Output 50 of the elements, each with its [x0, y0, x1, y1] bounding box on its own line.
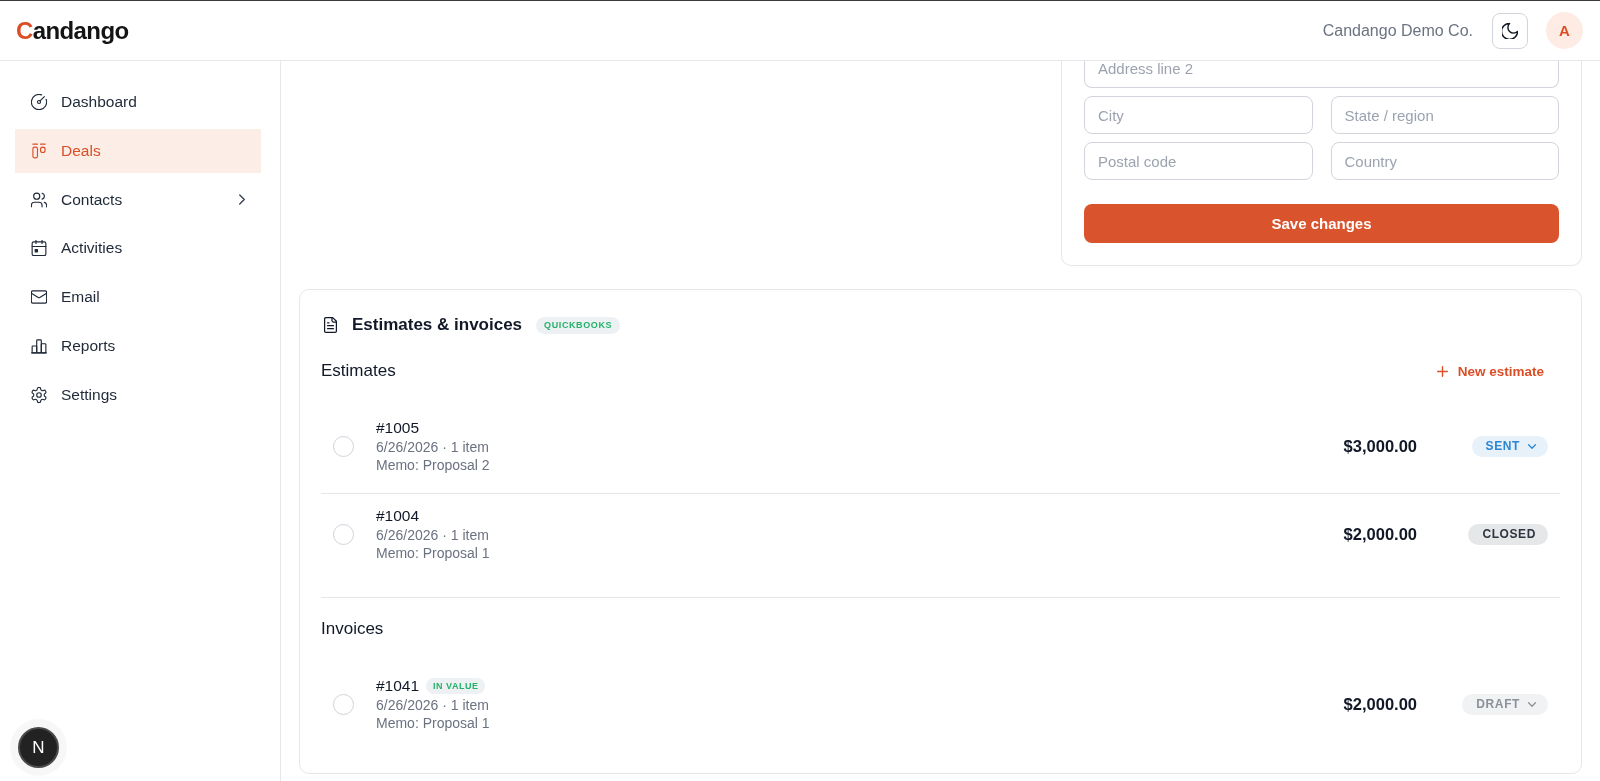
document-amount: $2,000.00	[1343, 524, 1417, 544]
status-tag: IN VALUE	[426, 678, 486, 694]
new-estimate-button[interactable]: New estimate	[1422, 355, 1560, 387]
logo: Candango	[16, 16, 129, 45]
section-heading: Estimates	[321, 361, 396, 381]
sidebar-item[interactable]: Settings	[15, 372, 261, 417]
document-memo: Memo: Proposal 2	[376, 456, 491, 474]
document-icon	[324, 317, 337, 333]
card-title: Estimates & invoices	[352, 315, 523, 335]
row-checkbox[interactable]	[333, 693, 354, 715]
user-avatar[interactable]: A	[1546, 12, 1583, 49]
kanban-icon	[31, 142, 47, 159]
sidebar-item[interactable]: Reports	[15, 324, 261, 368]
text-field[interactable]: Address line 2	[1084, 61, 1559, 88]
plus-icon	[1436, 365, 1448, 377]
text-field[interactable]: City	[1084, 96, 1313, 134]
document-date: 6/26/2026 · 1 item	[376, 438, 490, 456]
sidebar-item[interactable]: Deals	[15, 128, 261, 173]
row-checkbox[interactable]	[333, 523, 354, 545]
gauge-icon	[31, 94, 47, 110]
text-field[interactable]: Postal code	[1084, 142, 1313, 180]
sidebar-item[interactable]: Dashboard	[15, 80, 261, 124]
document-memo: Memo: Proposal 1	[376, 714, 491, 732]
calendar-icon	[31, 240, 47, 257]
dev-tools-button[interactable]: N	[18, 727, 59, 768]
settings-icon	[31, 386, 47, 403]
moon-icon	[1502, 22, 1518, 39]
text-field[interactable]: State / region	[1330, 96, 1559, 134]
section-heading: Invoices	[321, 619, 384, 639]
status-label: CLOSED	[1468, 523, 1548, 545]
document-amount: $3,000.00	[1343, 436, 1417, 456]
people-icon	[31, 191, 47, 208]
document-number: #1004	[376, 506, 420, 526]
document-amount: $2,000.00	[1343, 694, 1417, 714]
sidebar-item[interactable]: Email	[15, 275, 261, 320]
bar-chart-icon	[31, 338, 47, 354]
document-date: 6/26/2026 · 1 item	[376, 526, 490, 544]
sidebar-item[interactable]: Activities	[15, 226, 261, 271]
document-number: #1005	[376, 418, 420, 438]
theme-toggle-button[interactable]	[1492, 12, 1528, 49]
sidebar-item[interactable]: Contacts	[15, 177, 261, 222]
document-number: #1041	[376, 676, 420, 696]
mail-icon	[31, 289, 47, 306]
row-checkbox[interactable]	[333, 435, 354, 457]
company-name: Candango Demo Co.	[1322, 21, 1473, 40]
save-button[interactable]: Save changes	[1084, 204, 1559, 243]
source-badge: QUICKBOOKS	[536, 316, 621, 334]
text-field[interactable]: Country	[1330, 142, 1559, 180]
document-memo: Memo: Proposal 1	[376, 544, 491, 562]
document-date: 6/26/2026 · 1 item	[376, 696, 490, 714]
